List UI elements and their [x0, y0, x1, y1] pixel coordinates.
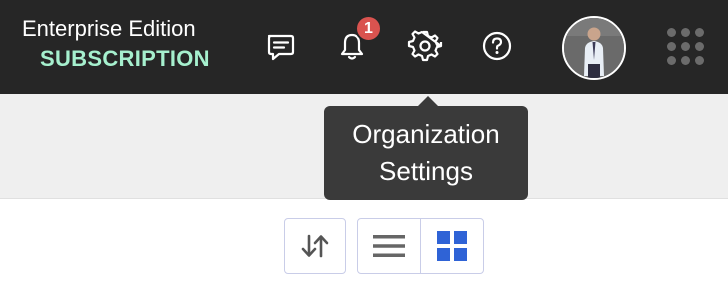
- tooltip-line-2: Settings: [379, 156, 473, 186]
- top-navbar: Enterprise Edition SUBSCRIPTION 1: [0, 0, 728, 94]
- tooltip-arrow: [418, 96, 438, 106]
- message-icon: [267, 34, 295, 61]
- grid-view-icon: [437, 231, 467, 261]
- list-view-icon: [373, 235, 405, 257]
- help-icon: [482, 31, 512, 61]
- edition-label: Enterprise Edition SUBSCRIPTION: [22, 14, 237, 74]
- notification-badge: 1: [355, 15, 382, 42]
- sort-icon: [301, 234, 329, 258]
- help-button[interactable]: [477, 26, 517, 66]
- sort-button[interactable]: [284, 218, 346, 274]
- settings-button[interactable]: [405, 26, 445, 66]
- messages-button[interactable]: [260, 26, 300, 66]
- edition-subtitle: SUBSCRIPTION: [40, 46, 210, 71]
- avatar[interactable]: [562, 16, 626, 80]
- gear-icon: [407, 30, 443, 62]
- list-view-button[interactable]: [357, 218, 421, 274]
- edition-title: Enterprise Edition: [22, 16, 196, 41]
- settings-tooltip: Organization Settings: [324, 106, 528, 200]
- user-photo: [564, 18, 624, 78]
- tooltip-line-1: Organization: [352, 119, 500, 149]
- grid-view-button[interactable]: [420, 218, 484, 274]
- apps-grid-icon[interactable]: [667, 28, 705, 66]
